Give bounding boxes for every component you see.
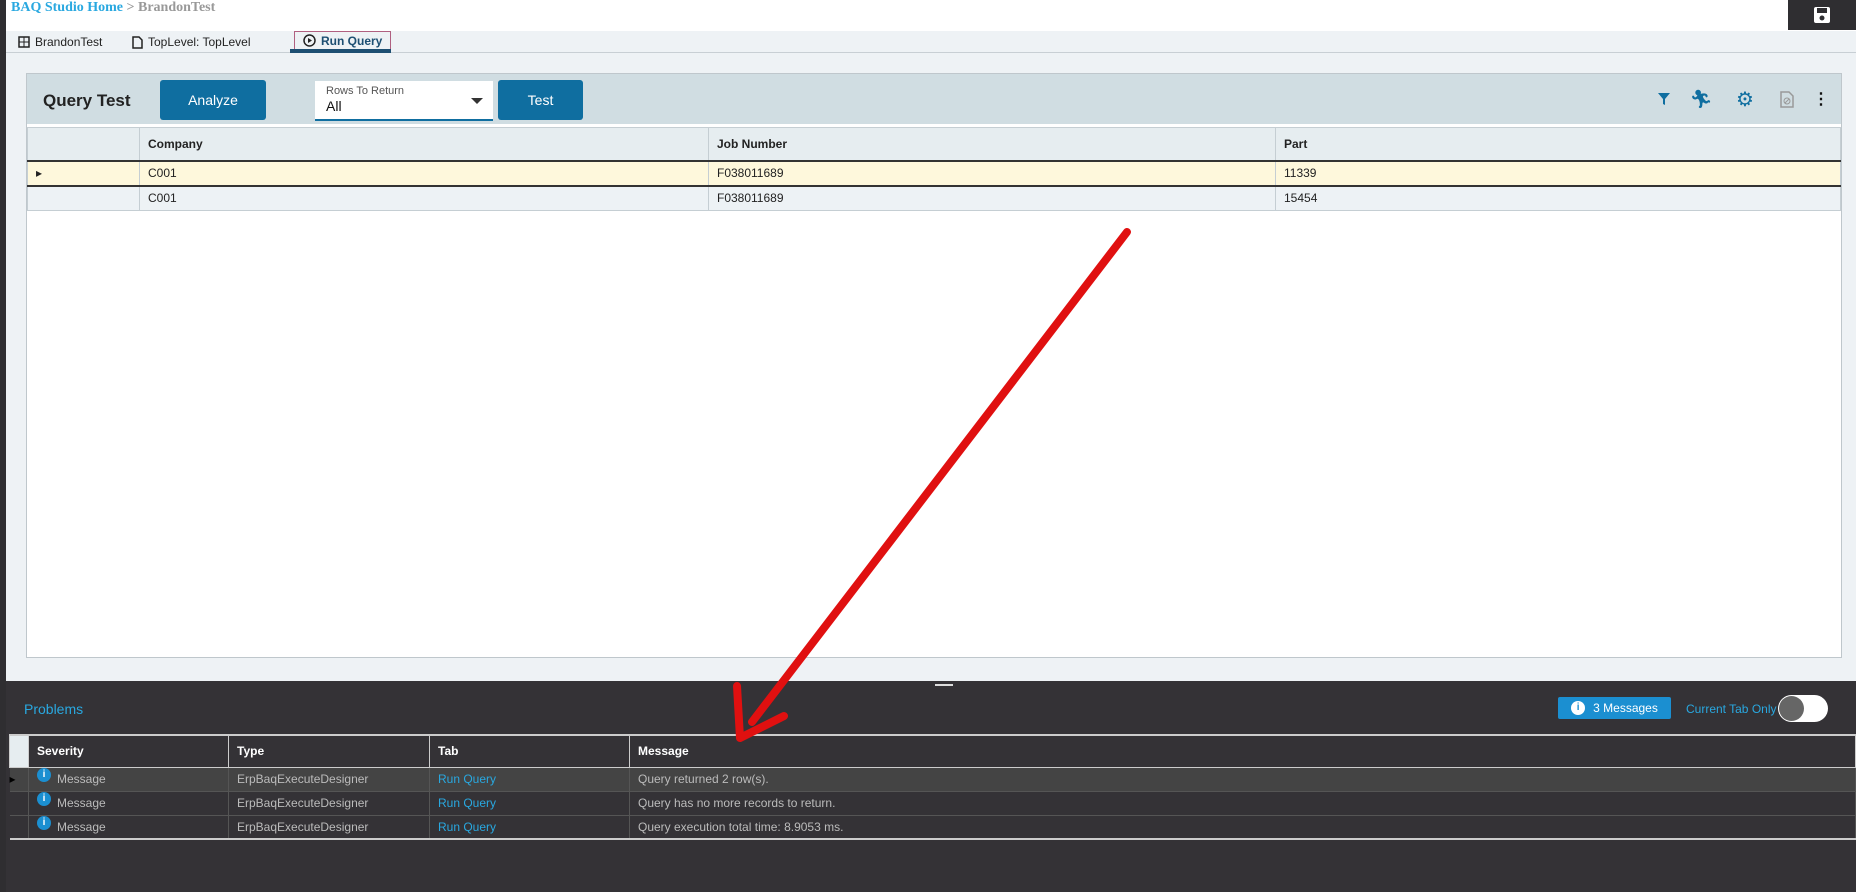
query-test-panel: Query Test Analyze Rows To Return All Te…	[26, 73, 1842, 658]
messages-button[interactable]: i 3 Messages	[1558, 697, 1671, 719]
splitter-handle[interactable]	[935, 684, 953, 686]
grid-header-row: Severity Type Tab Message	[9, 734, 1856, 768]
row-selector-header	[27, 127, 140, 161]
test-button[interactable]: Test	[498, 80, 583, 120]
toggle-knob	[1779, 696, 1804, 721]
panel-title: Query Test	[43, 91, 131, 110]
cell-tab-link[interactable]: Run Query	[429, 791, 630, 816]
row-selector[interactable]	[9, 815, 29, 840]
save-button[interactable]	[1788, 0, 1856, 30]
results-grid: Company Job Number Part ▸ C001 F03801168…	[27, 127, 1841, 211]
active-tab-indicator	[290, 49, 391, 53]
save-icon	[1814, 7, 1830, 23]
info-icon: i	[37, 815, 51, 830]
cell-severity: i Message	[28, 791, 229, 816]
cell-company[interactable]: C001	[139, 159, 709, 187]
row-selector[interactable]	[9, 791, 29, 816]
table-icon	[18, 36, 30, 48]
cell-tab-link[interactable]: Run Query	[429, 815, 630, 840]
column-header-part[interactable]: Part	[1275, 127, 1841, 161]
grid-header-row: Company Job Number Part	[27, 127, 1841, 161]
info-icon: i	[37, 768, 51, 782]
problems-panel: Problems i 3 Messages Current Tab Only S…	[6, 681, 1856, 892]
tab-label: BrandonTest	[35, 35, 103, 49]
cell-message: Query returned 2 row(s).	[629, 767, 1856, 792]
current-tab-only-toggle[interactable]	[1778, 695, 1828, 722]
cell-message: Query execution total time: 8.9053 ms.	[629, 815, 1856, 840]
current-tab-only-label: Current Tab Only	[1686, 702, 1777, 716]
messages-count: 3 Messages	[1593, 701, 1658, 715]
rows-to-return-value: All	[326, 98, 342, 114]
column-header-severity[interactable]: Severity	[28, 734, 229, 768]
breadcrumb-separator: >	[126, 0, 135, 15]
problems-title: Problems	[24, 701, 84, 717]
breadcrumb-home-link[interactable]: BAQ Studio Home	[11, 0, 123, 15]
column-header-company[interactable]: Company	[139, 127, 709, 161]
breadcrumb: BAQ Studio Home > BrandonTest	[11, 0, 215, 16]
cell-type: ErpBaqExecuteDesigner	[228, 791, 430, 816]
cell-part[interactable]: 11339	[1275, 159, 1841, 187]
column-header-tab[interactable]: Tab	[429, 734, 630, 768]
table-row[interactable]: i Message ErpBaqExecuteDesigner Run Query…	[9, 815, 1856, 840]
rows-to-return-label: Rows To Return	[326, 85, 405, 97]
column-header-message[interactable]: Message	[629, 734, 1856, 768]
tab-toplevel[interactable]: TopLevel: TopLevel	[132, 31, 251, 53]
cell-type: ErpBaqExecuteDesigner	[228, 767, 430, 792]
cell-job-number[interactable]: F038011689	[708, 159, 1276, 187]
rows-to-return-select[interactable]: Rows To Return All	[315, 81, 493, 121]
breadcrumb-current: BrandonTest	[138, 0, 216, 15]
table-row[interactable]: C001 F038011689 15454	[27, 185, 1841, 211]
gear-icon[interactable]: ⚙	[1734, 88, 1756, 111]
row-selector[interactable]	[27, 185, 140, 211]
problems-grid: Severity Type Tab Message ▸ i Message Erp…	[9, 734, 1856, 840]
analyze-button[interactable]: Analyze	[160, 80, 266, 120]
more-options-icon[interactable]: ⋮	[1810, 88, 1832, 110]
tab-bar: BrandonTest TopLevel: TopLevel Run Query	[6, 31, 1856, 53]
row-selector[interactable]: ▸	[9, 767, 29, 792]
tab-label: Run Query	[321, 33, 383, 48]
panel-header: Query Test Analyze Rows To Return All Te…	[27, 74, 1841, 124]
tab-run-query[interactable]: Run Query	[294, 31, 392, 50]
document-icon	[132, 35, 143, 49]
cell-tab-link[interactable]: Run Query	[429, 767, 630, 792]
cell-severity: i Message	[28, 815, 229, 840]
info-icon: i	[1571, 701, 1586, 715]
play-circle-icon	[303, 34, 316, 47]
run-icon[interactable]: 🏃︎	[1690, 88, 1713, 110]
cell-message: Query has no more records to return.	[629, 791, 1856, 816]
document-disabled-icon[interactable]	[1776, 88, 1798, 110]
cell-severity: i Message	[28, 767, 229, 792]
table-row[interactable]: i Message ErpBaqExecuteDesigner Run Query…	[9, 791, 1856, 816]
cell-job-number[interactable]: F038011689	[708, 185, 1276, 211]
column-header-job-number[interactable]: Job Number	[708, 127, 1276, 161]
table-row[interactable]: ▸ i Message ErpBaqExecuteDesigner Run Que…	[9, 767, 1856, 792]
cell-type: ErpBaqExecuteDesigner	[228, 815, 430, 840]
top-bar	[6, 0, 1856, 31]
tab-label: TopLevel: TopLevel	[148, 35, 251, 49]
cell-part[interactable]: 15454	[1275, 185, 1841, 211]
row-selector[interactable]: ▸	[27, 159, 140, 187]
filter-icon[interactable]	[1653, 88, 1675, 110]
cell-company[interactable]: C001	[139, 185, 709, 211]
tab-brandontest[interactable]: BrandonTest	[18, 31, 102, 53]
column-header-type[interactable]: Type	[228, 734, 430, 768]
info-icon: i	[37, 792, 51, 806]
table-row[interactable]: ▸ C001 F038011689 11339	[27, 159, 1841, 187]
chevron-down-icon	[471, 98, 483, 104]
row-selector-header	[9, 734, 29, 768]
